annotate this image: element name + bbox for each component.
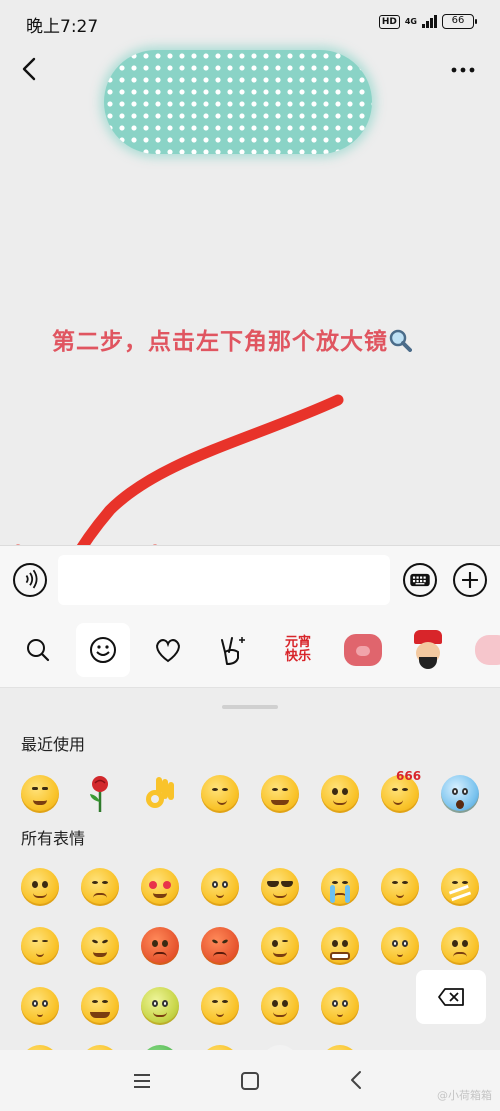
- emoji-embarrassed[interactable]: [81, 868, 119, 906]
- plus-icon[interactable]: [453, 563, 487, 597]
- emoji-shut-mouth[interactable]: [441, 868, 479, 906]
- delete-button[interactable]: [416, 970, 486, 1024]
- battery-icon: 66: [442, 14, 477, 29]
- emoji-heart-eyes[interactable]: [141, 868, 179, 906]
- emoji-smile[interactable]: [321, 775, 359, 813]
- victory-hand-icon: [221, 637, 245, 665]
- emoji-ok-hand[interactable]: [140, 773, 180, 813]
- system-navigation-bar: @小荷箱箱: [0, 1050, 500, 1111]
- panel-drag-handle[interactable]: [222, 705, 278, 709]
- emoji-grin[interactable]: [321, 927, 359, 965]
- menu-icon[interactable]: [130, 1069, 154, 1093]
- keyboard-icon[interactable]: [403, 563, 437, 597]
- emoji-sad[interactable]: [441, 927, 479, 965]
- emoji-tears-of-joy[interactable]: [261, 775, 299, 813]
- network-type: 4G: [404, 17, 417, 26]
- emoji-angry-red[interactable]: [141, 927, 179, 965]
- rose-icon: [90, 776, 108, 812]
- emoji-laughing-cry[interactable]: [81, 987, 119, 1025]
- pink-pig-sticker-icon: [475, 635, 500, 665]
- badge-666: 666: [396, 769, 422, 783]
- tab-gestures[interactable]: [206, 623, 260, 677]
- tab-sticker-god-of-wealth[interactable]: [401, 623, 455, 677]
- emoji-doubt[interactable]: [381, 927, 419, 965]
- voice-icon[interactable]: [13, 563, 47, 597]
- sticker-text-line2: 快乐: [284, 649, 311, 664]
- emoji-smile[interactable]: [21, 868, 59, 906]
- emoji-crying[interactable]: [321, 868, 359, 906]
- emoji-panel: 最近使用 666 所有表情: [0, 689, 500, 1050]
- status-bar: 晚上7:27 HD 4G 66: [0, 0, 500, 44]
- all-section-title: 所有表情: [21, 829, 86, 848]
- status-icons: HD 4G 66: [378, 14, 477, 29]
- tab-search[interactable]: [11, 623, 65, 677]
- message-input[interactable]: [58, 555, 390, 605]
- backspace-icon: [438, 988, 464, 1006]
- magnifier-emoji-icon: [389, 329, 412, 352]
- chat-header: [0, 44, 500, 154]
- more-options-icon[interactable]: [448, 56, 478, 84]
- emoji-blush[interactable]: [21, 987, 59, 1025]
- instruction-text: 第二步，点击左下角那个放大镜: [52, 329, 388, 355]
- emoji-facepalm-laugh[interactable]: [21, 775, 59, 813]
- sticker-text-line1: 元宵: [284, 635, 311, 650]
- smiley-icon: [90, 637, 116, 663]
- tab-sticker-pig[interactable]: [336, 623, 390, 677]
- sticker-yuanxiao: 元宵 快乐: [285, 636, 311, 664]
- redacted-chat-title: [104, 50, 372, 154]
- watermark: @小荷箱箱: [437, 1089, 492, 1102]
- emoji-shocked[interactable]: [201, 868, 239, 906]
- emoji-scream[interactable]: [441, 775, 479, 813]
- hd-badge: HD: [378, 14, 400, 29]
- instruction-annotation: 第二步，点击左下角那个放大镜: [52, 322, 412, 356]
- heart-icon: [156, 639, 180, 663]
- god-of-wealth-sticker-icon: [410, 630, 446, 670]
- tab-favorites[interactable]: [141, 623, 195, 677]
- ok-hand-icon: [146, 777, 174, 808]
- emoji-furious[interactable]: [201, 927, 239, 965]
- tab-sticker-pink-pig[interactable]: [466, 623, 500, 677]
- back-arrow-icon[interactable]: [16, 54, 46, 84]
- back-icon[interactable]: [345, 1068, 369, 1092]
- chat-input-bar: [0, 545, 500, 613]
- emoji-sunglasses[interactable]: [261, 868, 299, 906]
- emoji-sick[interactable]: [141, 987, 179, 1025]
- emoji-wink[interactable]: [261, 927, 299, 965]
- tab-emoji[interactable]: [76, 623, 130, 677]
- pig-sticker-icon: [344, 634, 382, 666]
- home-icon[interactable]: [238, 1069, 262, 1093]
- emoji-sleepy[interactable]: [21, 927, 59, 965]
- emoji-wow[interactable]: [321, 987, 359, 1025]
- tab-sticker-yuanxiao[interactable]: 元宵 快乐: [271, 623, 325, 677]
- status-time: 晚上7:27: [26, 17, 99, 37]
- recent-section-title: 最近使用: [21, 735, 86, 754]
- emoji-tab-bar: 元宵 快乐: [0, 613, 500, 688]
- search-icon: [27, 639, 50, 662]
- emoji-shy[interactable]: [381, 868, 419, 906]
- emoji-hee-hee[interactable]: [201, 987, 239, 1025]
- signal-icon: [422, 15, 437, 28]
- emoji-rose[interactable]: [80, 774, 120, 814]
- emoji-smiling[interactable]: [261, 987, 299, 1025]
- emoji-smirk[interactable]: [201, 775, 239, 813]
- emoji-annoyed[interactable]: [81, 927, 119, 965]
